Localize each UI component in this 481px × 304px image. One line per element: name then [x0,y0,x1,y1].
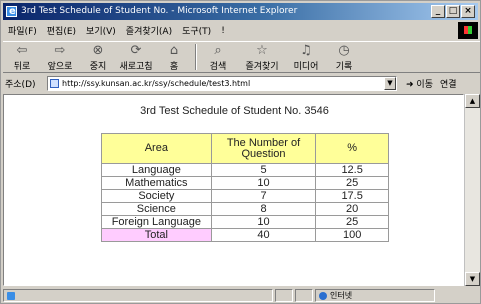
media-icon: ♫ [300,43,312,58]
address-url: http://ssy.kunsan.ac.kr/ssy/schedule/tes… [62,79,251,88]
table-header-row: Area The Number of Question % [101,133,389,164]
refresh-button[interactable]: ⟳ 새로고침 [117,42,155,72]
go-button[interactable]: ➜ 이동 [403,77,436,90]
search-label: 검색 [209,62,227,72]
cell-area: Mathematics [101,176,212,190]
vertical-scrollbar[interactable]: ▲ ▼ [464,94,480,286]
go-icon: ➜ [406,80,414,90]
favorites-label: 즐겨찾기 [245,62,279,72]
forward-arrow-icon: ⇨ [54,43,66,58]
go-label: 이동 [416,80,433,90]
scroll-up-icon[interactable]: ▲ [465,94,480,108]
menu-file[interactable]: 파일(F) [3,24,42,37]
table-row: Society 7 17.5 [101,189,389,203]
cell-percent: 25 [315,176,389,190]
address-label: 주소(D) [5,80,36,90]
cell-area: Language [101,163,212,177]
page-content: 3rd Test Schedule of Student No. 3546 Ar… [3,94,464,286]
header-percent: % [315,133,389,164]
home-button[interactable]: ⌂ 홈 [155,42,193,72]
menu-favorites[interactable]: 즐겨찾기(A) [121,24,177,37]
menu-bar: 파일(F) 편집(E) 보기(V) 즐겨찾기(A) 도구(T) ! [3,22,458,39]
table-row: Mathematics 10 25 [101,176,389,190]
close-button[interactable]: × [461,5,475,18]
stop-label: 중지 [89,62,107,72]
table-row: Language 5 12.5 [101,163,389,177]
search-icon: ⌕ [214,43,222,58]
title-bar[interactable]: 3rd Test Schedule of Student No. - Micro… [3,3,478,20]
window-controls: _ □ × [431,5,475,18]
menu-edit[interactable]: 편집(E) [42,24,81,37]
home-label: 홈 [169,62,179,72]
total-row: Total 40 100 [101,228,389,242]
menu-view[interactable]: 보기(V) [81,24,121,37]
table-row: Foreign Language 10 25 [101,215,389,229]
window-title: 3rd Test Schedule of Student No. - Micro… [21,6,298,16]
header-number: The Number of Question [210,133,317,164]
cell-area: Science [101,202,212,216]
page-icon [50,79,59,88]
cell-number: 5 [210,163,317,177]
security-zone: 인터넷 [315,289,435,302]
page-heading: 3rd Test Schedule of Student No. 3546 [140,105,329,117]
globe-icon [319,292,327,300]
links-button[interactable]: 연결 [440,77,457,90]
cell-percent: 17.5 [315,189,389,203]
back-label: 뒤로 [13,62,31,72]
windows-logo-icon [458,22,478,39]
header-area: Area [101,133,212,164]
menu-tools[interactable]: 도구(T) [177,24,216,37]
toolbar: ⇦ 뒤로 ⇨ 앞으로 ⊗ 중지 ⟳ 새로고침 ⌂ 홈 ⌕ 검색 ☆ 즐겨찾기 ♫ [3,41,480,73]
cell-percent: 25 [315,215,389,229]
status-message [3,289,273,302]
home-icon: ⌂ [169,43,179,58]
refresh-icon: ⟳ [130,43,142,58]
cell-number: 8 [210,202,317,216]
status-panel [275,289,293,302]
media-label: 미디어 [293,62,319,72]
history-icon: ◷ [338,43,350,58]
address-bar: 주소(D) http://ssy.kunsan.ac.kr/ssy/schedu… [3,75,480,92]
total-number: 40 [210,228,317,242]
table-row: Science 8 20 [101,202,389,216]
scroll-down-icon[interactable]: ▼ [465,272,480,286]
zone-label: 인터넷 [330,291,353,300]
cell-percent: 20 [315,202,389,216]
back-arrow-icon: ⇦ [16,43,28,58]
favorites-button[interactable]: ☆ 즐겨찾기 [237,42,287,72]
status-panel [295,289,313,302]
history-button[interactable]: ◷ 기록 [325,42,363,72]
cell-area: Foreign Language [101,215,212,229]
minimize-button[interactable]: _ [431,5,445,18]
total-percent: 100 [315,228,389,242]
schedule-table: Area The Number of Question % Language 5… [101,133,389,242]
cell-percent: 12.5 [315,163,389,177]
ie-logo-icon [6,3,17,20]
toolbar-separator [195,44,197,70]
cell-number: 10 [210,215,317,229]
status-bar: 인터넷 [3,288,480,303]
browser-window: 3rd Test Schedule of Student No. - Micro… [0,0,481,304]
search-button[interactable]: ⌕ 검색 [199,42,237,72]
favorites-icon: ☆ [256,43,268,58]
cell-number: 7 [210,189,317,203]
page-done-icon [7,292,15,300]
stop-button[interactable]: ⊗ 중지 [79,42,117,72]
media-button[interactable]: ♫ 미디어 [287,42,325,72]
cell-number: 10 [210,176,317,190]
menu-extra[interactable]: ! [216,26,230,36]
address-dropdown-icon[interactable]: ▼ [384,77,396,90]
stop-icon: ⊗ [92,43,104,58]
maximize-button[interactable]: □ [446,5,460,18]
forward-label: 앞으로 [47,62,73,72]
history-label: 기록 [335,62,353,72]
address-input[interactable]: http://ssy.kunsan.ac.kr/ssy/schedule/tes… [47,76,397,91]
cell-area: Society [101,189,212,203]
refresh-label: 새로고침 [119,62,153,72]
forward-button[interactable]: ⇨ 앞으로 [41,42,79,72]
back-button[interactable]: ⇦ 뒤로 [3,42,41,72]
total-label: Total [101,228,212,242]
